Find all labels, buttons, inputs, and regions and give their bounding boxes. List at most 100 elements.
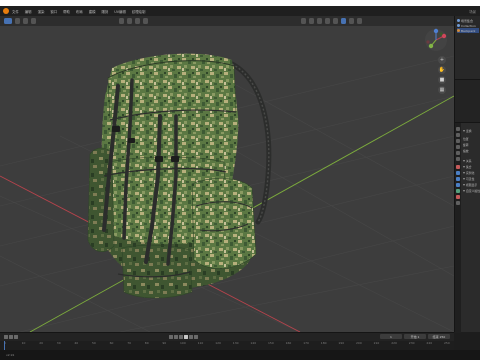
particles-tab-icon[interactable] — [456, 177, 460, 181]
physics-tab-icon[interactable] — [456, 183, 460, 187]
menu-item-help[interactable]: 帮助 — [63, 9, 70, 14]
jump-end-icon[interactable] — [194, 335, 198, 339]
timeline-tick-label: 60 — [109, 341, 114, 345]
3d-viewport[interactable]: + ✋ ■ ▦ — [0, 16, 454, 332]
play-icon[interactable] — [184, 335, 188, 339]
chevron-down-icon — [463, 166, 465, 168]
panel-relations[interactable]: 关系 — [463, 159, 480, 163]
prev-keyframe-icon[interactable] — [174, 335, 178, 339]
right-editor-column: 场景集合 Collection Backpack 变换 位置 旋转 缩放 关系 … — [454, 16, 480, 333]
pan-hand-icon[interactable]: ✋ — [438, 66, 446, 74]
timeline-tick-label: 100 — [180, 341, 186, 345]
visibility-icon[interactable] — [301, 18, 306, 24]
scene-selector[interactable]: 场景 — [469, 9, 476, 14]
pivot-icon[interactable] — [127, 18, 132, 24]
field-scale[interactable]: 缩放 — [463, 149, 480, 153]
material-tab-icon[interactable] — [456, 195, 460, 199]
end-frame-field[interactable]: 结束 250 — [428, 334, 450, 339]
menu-item-render[interactable]: 渲染 — [38, 9, 45, 14]
workspace-tab-modeling[interactable]: 建模 — [89, 9, 96, 14]
play-reverse-icon[interactable] — [179, 335, 183, 339]
tool-tab-icon[interactable] — [456, 127, 460, 131]
shading-solid-icon[interactable] — [341, 18, 346, 24]
output-tab-icon[interactable] — [456, 139, 460, 143]
timeline-tick-label: 160 — [285, 341, 292, 345]
timeline-tick-label: 10 — [21, 341, 26, 345]
editor-type-icon[interactable] — [4, 18, 12, 24]
data-tab-icon[interactable] — [456, 189, 460, 193]
version-label: v2.91 — [6, 353, 15, 357]
shading-material-icon[interactable] — [349, 18, 354, 24]
mesh-object-icon — [457, 29, 460, 32]
viewport-header — [0, 16, 454, 26]
timeline-tick-label: 140 — [250, 341, 257, 345]
timeline-tick-label: 120 — [215, 341, 221, 345]
timeline-tick-label: 40 — [74, 341, 79, 345]
timeline-tick-label: 250 — [444, 341, 450, 345]
shading-wireframe-icon[interactable] — [333, 18, 338, 24]
panel-custom-properties[interactable]: 自定义属性 — [463, 189, 480, 193]
panel-visibility[interactable]: 可见性 — [463, 177, 480, 181]
timeline-tick-label: 20 — [39, 341, 44, 345]
viewport-scene — [0, 53, 454, 332]
panel-collections[interactable]: 集合 — [463, 165, 480, 169]
view-menu[interactable] — [23, 18, 28, 24]
panel-instancing[interactable]: 实例化 — [463, 171, 480, 175]
overlay-toggle-icon[interactable] — [317, 18, 322, 24]
timeline-menu[interactable] — [4, 335, 8, 339]
gizmo-toggle-icon[interactable] — [309, 18, 314, 24]
navigation-gizmo-icon[interactable] — [424, 28, 448, 52]
properties-panel: 变换 位置 旋转 缩放 关系 集合 实例化 可见性 视图显示 自定义属性 — [455, 122, 480, 333]
timeline-tick-label: 220 — [391, 341, 397, 345]
timeline-tick-label: 200 — [356, 341, 362, 345]
start-frame-field[interactable]: 开始 1 — [404, 334, 426, 339]
mode-selector[interactable] — [15, 18, 20, 24]
outliner-row-backpack[interactable]: Backpack — [457, 28, 479, 33]
jump-start-icon[interactable] — [169, 335, 173, 339]
next-keyframe-icon[interactable] — [189, 335, 193, 339]
workspace-tab-uv[interactable]: UV编辑 — [114, 9, 126, 14]
menu-item-file[interactable]: 文件 — [12, 9, 19, 14]
field-location[interactable]: 位置 — [463, 137, 480, 141]
workspace-tab-layout[interactable]: 布局 — [76, 9, 83, 14]
snap-icon[interactable] — [135, 18, 140, 24]
current-frame-field[interactable]: 1 — [380, 334, 402, 339]
select-menu[interactable] — [31, 18, 36, 24]
timeline-tick-label: 190 — [338, 341, 345, 345]
panel-viewport-display[interactable]: 视图显示 — [463, 183, 480, 187]
menu-item-edit[interactable]: 编辑 — [25, 9, 32, 14]
menu-item-window[interactable]: 窗口 — [50, 9, 57, 14]
timeline-editor: 1 开始 1 结束 250 01020304050607080901001101… — [0, 332, 454, 351]
workspace-tab-sculpting[interactable]: 雕刻 — [101, 9, 108, 14]
workspace-tab-texture-paint[interactable]: 纹理绘制 — [132, 9, 146, 14]
timeline-tick-label: 170 — [303, 341, 309, 345]
camera-view-icon[interactable]: ■ — [438, 76, 446, 84]
render-tab-icon[interactable] — [456, 133, 460, 137]
timeline-tick-label: 110 — [197, 341, 204, 345]
chevron-down-icon — [463, 130, 465, 132]
perspective-toggle-icon[interactable]: ▦ — [438, 86, 446, 94]
timeline-tick-label: 30 — [56, 341, 61, 345]
texture-tab-icon[interactable] — [456, 201, 460, 205]
backpack-model — [87, 53, 272, 299]
timeline-tick-label: 230 — [408, 341, 415, 345]
transform-orientation-dropdown[interactable] — [119, 18, 124, 24]
view-layer-tab-icon[interactable] — [456, 145, 460, 149]
world-tab-icon[interactable] — [456, 157, 460, 161]
timeline-view-menu[interactable] — [9, 335, 13, 339]
keying-menu[interactable] — [14, 335, 18, 339]
zoom-icon[interactable]: + — [438, 56, 446, 64]
panel-transform[interactable]: 变换 — [463, 129, 480, 133]
object-tab-icon[interactable] — [456, 165, 460, 169]
proportional-edit-icon[interactable] — [143, 18, 148, 24]
app-logo-icon[interactable] — [3, 8, 9, 14]
shading-rendered-icon[interactable] — [357, 18, 362, 24]
xray-toggle-icon[interactable] — [325, 18, 330, 24]
modifier-tab-icon[interactable] — [456, 171, 460, 175]
outliner-row-collection[interactable]: Collection — [457, 23, 479, 28]
timeline-tick-label: 240 — [426, 341, 433, 345]
field-rotation[interactable]: 旋转 — [463, 143, 480, 147]
scene-tab-icon[interactable] — [456, 151, 460, 155]
top-menu-bar: 文件 编辑 渲染 窗口 帮助 布局 建模 雕刻 UV编辑 纹理绘制 场景 — [0, 6, 480, 16]
timeline-tick-label: 80 — [144, 341, 149, 345]
